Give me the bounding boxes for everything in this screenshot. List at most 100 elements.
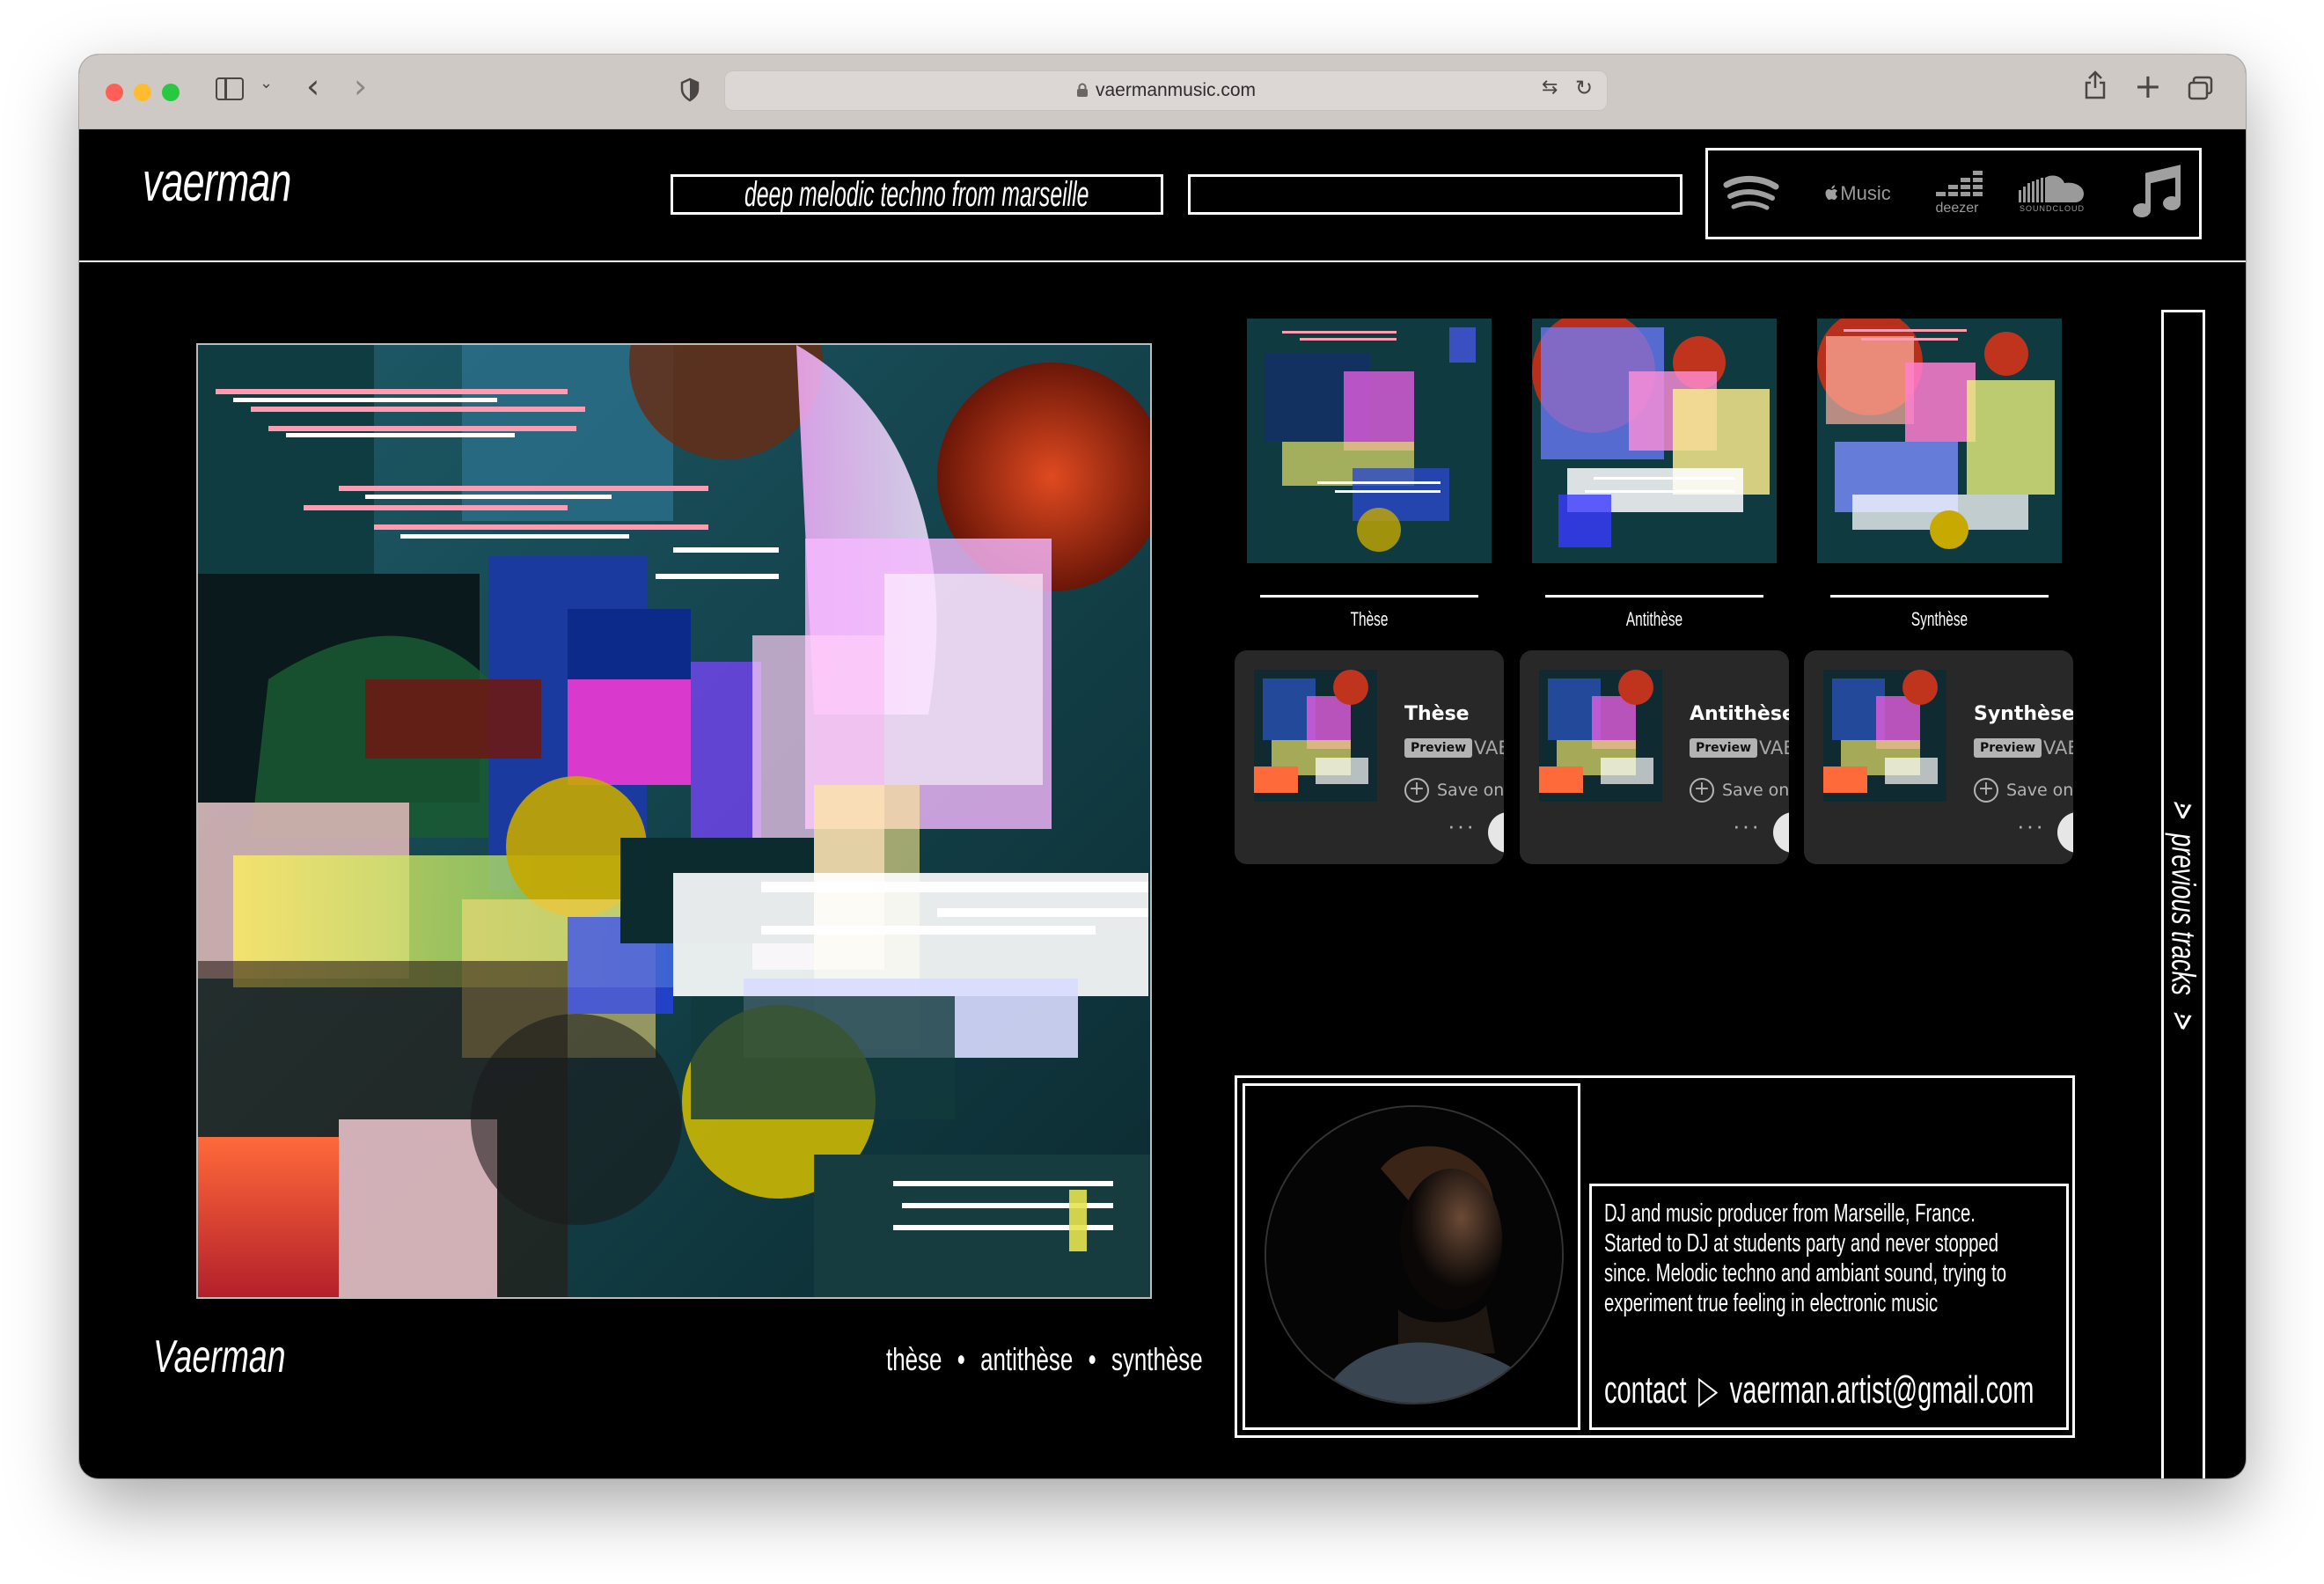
- shield-icon[interactable]: [679, 77, 700, 102]
- minimize-window-button[interactable]: [134, 84, 151, 101]
- more-options-icon[interactable]: ···: [2017, 812, 2045, 840]
- preview-badge: Preview: [1974, 738, 2042, 758]
- embed-artist[interactable]: VAERMAN: [2043, 737, 2073, 759]
- save-on-spotify[interactable]: Save on Spotify: [2006, 781, 2073, 800]
- spotify-embed-these[interactable]: Thèse Preview VAERMAN + Save on Spotify …: [1235, 650, 1504, 864]
- url-text: vaermanmusic.com: [1095, 80, 1257, 100]
- lock-icon: [1076, 83, 1088, 97]
- spotify-link[interactable]: [1720, 150, 1782, 237]
- bio-text: DJ and music producer from Marseille, Fr…: [1604, 1199, 2007, 1317]
- forward-icon[interactable]: ›: [354, 67, 367, 106]
- release-synthese[interactable]: Synthèse: [1817, 319, 2062, 631]
- chevron-down-icon[interactable]: ⌄: [260, 74, 273, 92]
- share-icon[interactable]: [2083, 70, 2108, 100]
- add-icon[interactable]: +: [1690, 778, 1714, 803]
- nav-separator: •: [957, 1341, 965, 1377]
- tagline: deep melodic techno from marseille: [744, 174, 1089, 214]
- apple-music-icon: [1825, 185, 1838, 200]
- browser-toolbar: ⌄ ‹ › vaermanmusic.com ⇆ ↻ +: [79, 55, 2246, 129]
- tagline-box: deep melodic techno from marseille: [671, 174, 1163, 215]
- preview-badge: Preview: [1690, 738, 1758, 758]
- spotify-embed-antithese[interactable]: Antithèse Preview VAERMAN + Save on Spot…: [1520, 650, 1789, 864]
- embed-artist[interactable]: VAERMAN: [1474, 737, 1504, 759]
- site-logo[interactable]: vaerman: [143, 151, 291, 214]
- nav-separator: •: [1088, 1341, 1096, 1377]
- apple-music-link[interactable]: Music: [1814, 150, 1902, 237]
- previous-tracks-text: previous tracks: [2164, 833, 2202, 995]
- music-note-icon: [2133, 165, 2181, 217]
- artist-signature: Vaerman: [153, 1331, 286, 1382]
- browser-window: ⌄ ‹ › vaermanmusic.com ⇆ ↻ + vaerman dee…: [79, 55, 2246, 1478]
- deezer-label: deezer: [1935, 201, 1979, 216]
- nav-synthese[interactable]: synthèse: [1111, 1341, 1203, 1377]
- embed-cover-image: [1823, 670, 1946, 802]
- embed-title[interactable]: Thèse: [1404, 703, 1470, 725]
- embed-artist[interactable]: VAERMAN: [1759, 737, 1789, 759]
- play-button[interactable]: [2057, 812, 2073, 853]
- embed-title[interactable]: Synthèse: [1974, 703, 2073, 725]
- save-on-spotify[interactable]: Save on Spotify: [1437, 781, 1504, 800]
- previous-tracks-label[interactable]: ⋗ previous tracks ⋗: [2164, 799, 2203, 1030]
- address-bar[interactable]: vaermanmusic.com ⇆ ↻: [724, 70, 1608, 111]
- bio-section: DJ and music producer from Marseille, Fr…: [1235, 1075, 2075, 1438]
- embed-cover[interactable]: [1539, 670, 1662, 802]
- portrait-frame: [1243, 1083, 1580, 1430]
- release-underline: [1260, 595, 1478, 598]
- more-options-icon[interactable]: ···: [1733, 812, 1761, 840]
- reload-icon[interactable]: ↻: [1575, 76, 1593, 100]
- soundcloud-icon: [2019, 175, 2084, 202]
- header-empty-box: [1188, 174, 1683, 215]
- spotify-embed-synthese[interactable]: Synthèse Preview VAERMAN + Save on Spoti…: [1804, 650, 2073, 864]
- embed-cover[interactable]: [1254, 670, 1377, 802]
- artist-photo: [1266, 1107, 1562, 1403]
- release-artwork-image: [1247, 319, 1492, 563]
- tracks-nav: thèse • antithèse • synthèse: [886, 1341, 1203, 1378]
- back-icon[interactable]: ‹: [306, 67, 319, 106]
- soundcloud-label: SOUNDCLOUD: [2019, 204, 2085, 213]
- contact-label: contact: [1604, 1368, 1687, 1412]
- release-antithese-art[interactable]: [1532, 319, 1777, 563]
- translate-icon[interactable]: ⇆: [1542, 77, 1558, 99]
- contact-email[interactable]: vaerman.artist@gmail.com: [1730, 1368, 2034, 1412]
- add-icon[interactable]: +: [1974, 778, 1998, 803]
- embed-cover-image: [1539, 670, 1662, 802]
- embed-cover-image: [1254, 670, 1377, 802]
- deezer-link[interactable]: deezer: [1926, 150, 1988, 237]
- preview-badge: Preview: [1404, 738, 1473, 758]
- release-label[interactable]: Thèse: [1284, 608, 1455, 631]
- add-icon[interactable]: +: [1404, 778, 1429, 803]
- save-on-spotify[interactable]: Save on Spotify: [1722, 781, 1789, 800]
- release-artwork-image: [1817, 319, 2062, 563]
- release-these[interactable]: Thèse: [1247, 319, 1492, 631]
- embed-title[interactable]: Antithèse: [1690, 703, 1789, 725]
- release-underline: [1545, 595, 1763, 598]
- release-label[interactable]: Synthèse: [1854, 608, 2026, 631]
- nav-these[interactable]: thèse: [886, 1341, 942, 1377]
- artist-portrait: [1265, 1105, 1564, 1404]
- contact-link[interactable]: contact ▷ vaerman.artist@gmail.com: [1604, 1368, 2034, 1412]
- contact-arrow-icon: ▷: [1697, 1368, 1719, 1412]
- release-these-art[interactable]: [1247, 319, 1492, 563]
- apple-music-label: Music: [1840, 182, 1891, 204]
- address-bar-url[interactable]: vaermanmusic.com: [725, 80, 1607, 101]
- close-window-button[interactable]: [106, 84, 123, 101]
- embed-cover[interactable]: [1823, 670, 1946, 802]
- sidebar-icon[interactable]: [216, 77, 244, 100]
- new-tab-icon[interactable]: +: [2134, 67, 2162, 106]
- play-button[interactable]: [1773, 812, 1789, 853]
- release-synthese-art[interactable]: [1817, 319, 2062, 563]
- previous-arrow-icon: ⋗: [2164, 1009, 2202, 1030]
- zoom-window-button[interactable]: [162, 84, 180, 101]
- previous-arrow-icon: ⋗: [2164, 798, 2202, 819]
- cover-artwork-image: [198, 345, 1150, 1297]
- soundcloud-link[interactable]: SOUNDCLOUD: [2014, 150, 2090, 237]
- more-options-icon[interactable]: ···: [1448, 812, 1476, 840]
- music-link[interactable]: [2122, 150, 2192, 237]
- tabs-overview-icon[interactable]: [2188, 76, 2214, 100]
- nav-antithese[interactable]: antithèse: [980, 1341, 1073, 1377]
- deezer-icon: [1936, 171, 1983, 196]
- streaming-links: Music deezer SOUNDCLOUD: [1705, 148, 2202, 239]
- release-label[interactable]: Antithèse: [1569, 608, 1741, 631]
- play-button[interactable]: [1488, 812, 1504, 853]
- release-antithese[interactable]: Antithèse: [1532, 319, 1777, 631]
